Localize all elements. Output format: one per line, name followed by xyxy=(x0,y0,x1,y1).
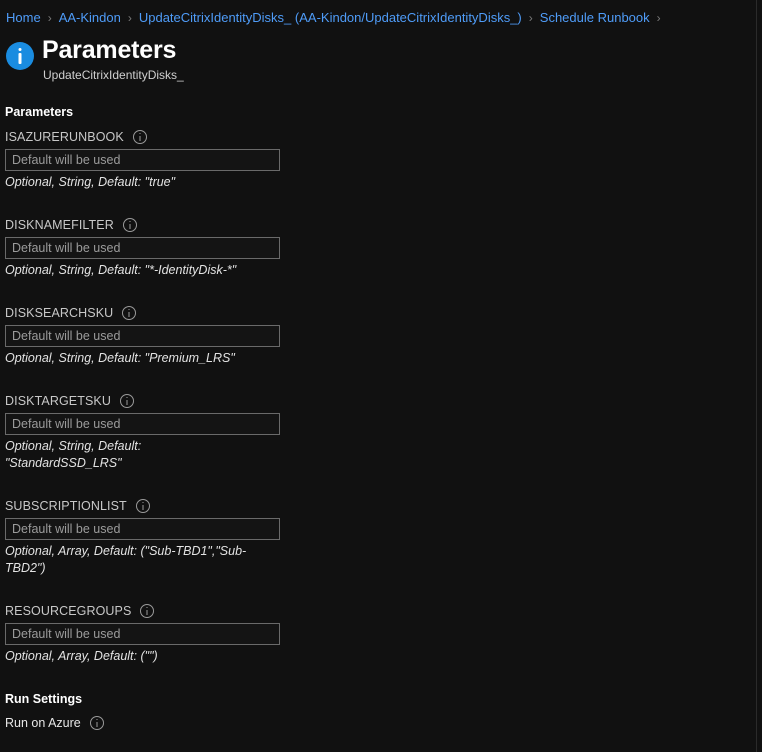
parameter-label-row: SUBSCRIPTIONLIST xyxy=(5,499,762,513)
parameter-label: DISKNAMEFILTER xyxy=(5,218,114,232)
info-icon[interactable] xyxy=(140,604,155,618)
parameter-label: SUBSCRIPTIONLIST xyxy=(5,499,127,513)
parameters-list: ISAZURERUNBOOK Optional, String, Default:… xyxy=(5,130,762,665)
parameters-form: Parameters ISAZURERUNBOOK Optional, Strin… xyxy=(0,83,762,730)
page-header: Parameters UpdateCitrixIdentityDisks_ xyxy=(0,29,762,83)
panel-right-divider xyxy=(756,0,757,752)
info-circle-icon xyxy=(6,42,34,70)
breadcrumb-separator-icon: › xyxy=(47,11,52,25)
breadcrumb-item-1[interactable]: AA-Kindon xyxy=(59,10,121,26)
breadcrumb-item-3[interactable]: Schedule Runbook xyxy=(540,10,650,26)
parameter-input-isazurerunbook[interactable] xyxy=(5,149,280,171)
parameter-input-disksearchsku[interactable] xyxy=(5,325,280,347)
run-settings-title: Run Settings xyxy=(5,692,83,706)
info-icon[interactable] xyxy=(132,130,147,144)
parameter-hint: Optional, String, Default: "Premium_LRS" xyxy=(5,351,235,365)
run-settings-section: Run Settings Run on Azure xyxy=(5,692,762,730)
parameter-label: ISAZURERUNBOOK xyxy=(5,130,124,144)
breadcrumb-separator-icon: › xyxy=(127,11,132,25)
parameter-label-row: DISKSEARCHSKU xyxy=(5,306,762,320)
parameter-label: RESOURCEGROUPS xyxy=(5,604,132,618)
parameter-group: RESOURCEGROUPS Optional, Array, Default: … xyxy=(5,604,762,665)
parameter-hint: Optional, Array, Default: ("Sub-TBD1","S… xyxy=(5,544,247,575)
page-subtitle: UpdateCitrixIdentityDisks_ xyxy=(43,68,184,82)
parameter-input-disknamefilter[interactable] xyxy=(5,237,280,259)
page-title: Parameters xyxy=(42,36,177,64)
parameter-hint: Optional, Array, Default: ("") xyxy=(5,649,158,663)
breadcrumb: Home › AA-Kindon › UpdateCitrixIdentityDisks… xyxy=(0,0,762,29)
parameter-label: DISKTARGETSKU xyxy=(5,394,111,408)
parameter-input-subscriptionlist[interactable] xyxy=(5,518,280,540)
run-on-azure-label: Run on Azure xyxy=(5,716,81,730)
parameter-label-row: DISKNAMEFILTER xyxy=(5,218,762,232)
info-icon[interactable] xyxy=(135,499,150,513)
parameter-label-row: RESOURCEGROUPS xyxy=(5,604,762,618)
info-icon[interactable] xyxy=(119,394,134,408)
parameter-hint: Optional, String, Default: "true" xyxy=(5,175,176,189)
parameter-group: ISAZURERUNBOOK Optional, String, Default:… xyxy=(5,130,762,191)
info-icon[interactable] xyxy=(89,716,104,730)
parameter-label: DISKSEARCHSKU xyxy=(5,306,114,320)
parameter-group: DISKNAMEFILTER Optional, String, Default:… xyxy=(5,218,762,279)
parameter-label-row: ISAZURERUNBOOK xyxy=(5,130,762,144)
parameter-input-resourcegroups[interactable] xyxy=(5,623,280,645)
breadcrumb-separator-icon: › xyxy=(656,11,661,25)
run-on-azure-row[interactable]: Run on Azure xyxy=(5,716,762,730)
parameters-section-title: Parameters xyxy=(5,105,74,119)
breadcrumb-item-0[interactable]: Home xyxy=(6,10,41,26)
parameter-hint: Optional, String, Default: "StandardSSD_… xyxy=(5,439,142,470)
parameter-label-row: DISKTARGETSKU xyxy=(5,394,762,408)
breadcrumb-separator-icon: › xyxy=(528,11,533,25)
info-icon[interactable] xyxy=(122,218,137,232)
parameter-group: DISKSEARCHSKU Optional, String, Default: … xyxy=(5,306,762,367)
parameter-group: DISKTARGETSKU Optional, String, Default: … xyxy=(5,394,762,472)
breadcrumb-item-2[interactable]: UpdateCitrixIdentityDisks_ (AA-Kindon/Up… xyxy=(139,10,522,26)
parameter-hint: Optional, String, Default: "*-IdentityDi… xyxy=(5,263,237,277)
parameter-group: SUBSCRIPTIONLIST Optional, Array, Default… xyxy=(5,499,762,577)
parameter-input-disktargetsku[interactable] xyxy=(5,413,280,435)
info-icon[interactable] xyxy=(122,306,137,320)
